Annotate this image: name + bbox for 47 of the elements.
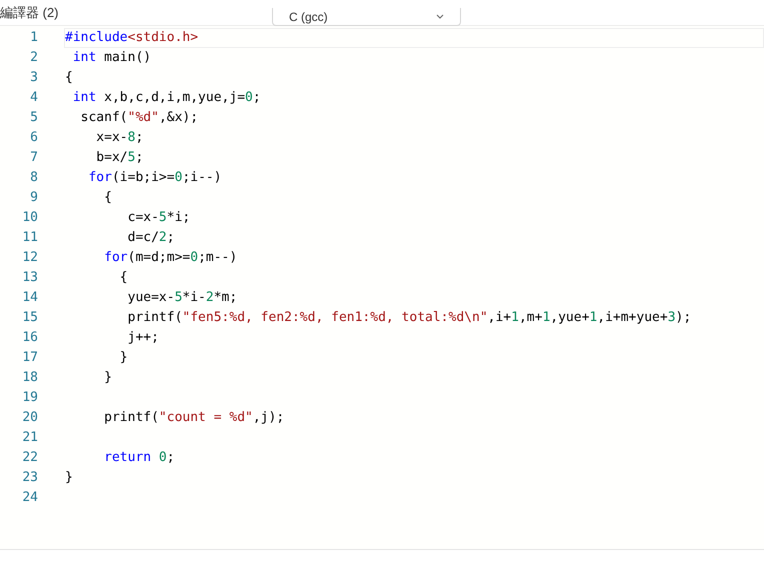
line-number: 20 xyxy=(21,409,38,427)
line-number: 10 xyxy=(21,209,38,227)
code-line: return 0; xyxy=(103,449,176,467)
line-number: 19 xyxy=(21,389,38,407)
code-line: scanf("%d",&x); xyxy=(80,109,200,127)
code-line: } xyxy=(103,369,113,387)
line-number: 6 xyxy=(29,129,38,147)
line-number: 17 xyxy=(21,349,38,367)
code-line: { xyxy=(118,269,129,287)
language-dropdown[interactable]: C (gcc) xyxy=(272,8,461,26)
code-line: printf("count = %d",j); xyxy=(103,409,286,427)
line-number: 5 xyxy=(29,109,38,127)
line-number: 21 xyxy=(21,429,38,447)
line-number: 7 xyxy=(29,149,38,167)
line-number: 3 xyxy=(29,69,38,87)
code-line: for(m=d;m>=0;m--) xyxy=(103,249,238,267)
line-number: 11 xyxy=(21,229,38,247)
line-number: 4 xyxy=(29,89,38,107)
code-line: int x,b,c,d,i,m,yue,j=0; xyxy=(72,89,262,107)
code-line: c=x-5*i; xyxy=(126,209,192,227)
line-number: 15 xyxy=(21,309,38,327)
line-number: 14 xyxy=(21,289,38,307)
line-number: 22 xyxy=(21,449,38,467)
code-line: printf("fen5:%d, fen2:%d, fen1:%d, total:%d\n",i+1,m+1,yue+1,i+m+yue+3); xyxy=(126,309,692,327)
line-number: 9 xyxy=(29,189,38,207)
line-number: 1 xyxy=(29,29,38,47)
line-number: 13 xyxy=(21,269,38,287)
code-line: x=x-8; xyxy=(95,129,144,147)
compiler-title: 編譯器 (2) xyxy=(0,6,60,22)
code-line: { xyxy=(103,189,113,207)
line-number: 16 xyxy=(21,329,38,347)
code-line: j++; xyxy=(126,329,160,347)
code-line: yue=x-5*i-2*m; xyxy=(126,289,238,307)
line-number: 23 xyxy=(21,469,38,487)
code-line: d=c/2; xyxy=(126,229,176,247)
line-number: 2 xyxy=(29,49,38,67)
line-number: 24 xyxy=(21,489,38,507)
code-line: } xyxy=(64,469,74,487)
line-number: 12 xyxy=(21,249,38,267)
chevron-down-icon xyxy=(436,14,444,19)
line-number: 8 xyxy=(29,169,38,187)
code-line: int main() xyxy=(72,49,152,67)
code-line: } xyxy=(118,349,129,367)
line-number: 18 xyxy=(21,369,38,387)
code-line: { xyxy=(64,69,74,87)
code-line: for(i=b;i>=0;i--) xyxy=(87,169,223,187)
code-line: b=x/5; xyxy=(95,149,144,167)
